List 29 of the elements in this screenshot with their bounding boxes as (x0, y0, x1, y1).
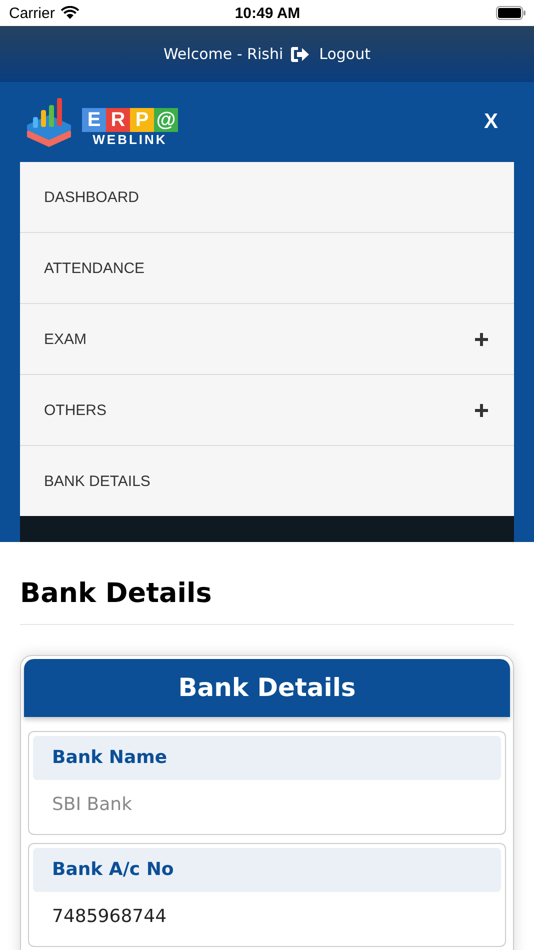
logo-letter: @ (154, 108, 178, 132)
menu-label: ATTENDANCE (44, 260, 145, 276)
welcome-text: Welcome - Rishi (163, 45, 284, 63)
logo-subtitle: WEBLINK (92, 132, 168, 147)
menu-label: DASHBOARD (44, 188, 140, 206)
field-label: Bank Name (33, 736, 501, 780)
menu-label: BANK DETAILS (44, 472, 150, 490)
clock-time: 10:49 AM (234, 4, 300, 22)
field-label: Bank A/c No (33, 848, 501, 892)
menu-item[interactable]: DASHBOARD (20, 162, 514, 233)
menu-item[interactable]: OTHERS (20, 375, 514, 446)
menu-label: EXAM (44, 330, 87, 348)
bar-chart-logo-icon (24, 97, 74, 147)
carrier-name: Carrier (9, 4, 55, 22)
battery-icon (496, 6, 526, 20)
logo-letter: R (106, 108, 130, 132)
field-value: SBI Bank (51, 793, 134, 817)
menu-item[interactable]: ATTENDANCE (20, 233, 514, 304)
page-title: Bank Details (20, 578, 213, 609)
logo-letter: P (130, 108, 154, 132)
menu-label: OTHERS (44, 402, 107, 418)
menu-item[interactable]: EXAM (20, 304, 514, 375)
field-value: 7485968744 (51, 905, 168, 929)
wifi-icon (60, 6, 80, 20)
close-button[interactable]: X (480, 108, 502, 136)
card-title: Bank Details (24, 659, 510, 717)
logout-link[interactable]: Logout (290, 45, 370, 63)
logout-icon (290, 46, 310, 62)
logo-letter: E (82, 108, 106, 132)
